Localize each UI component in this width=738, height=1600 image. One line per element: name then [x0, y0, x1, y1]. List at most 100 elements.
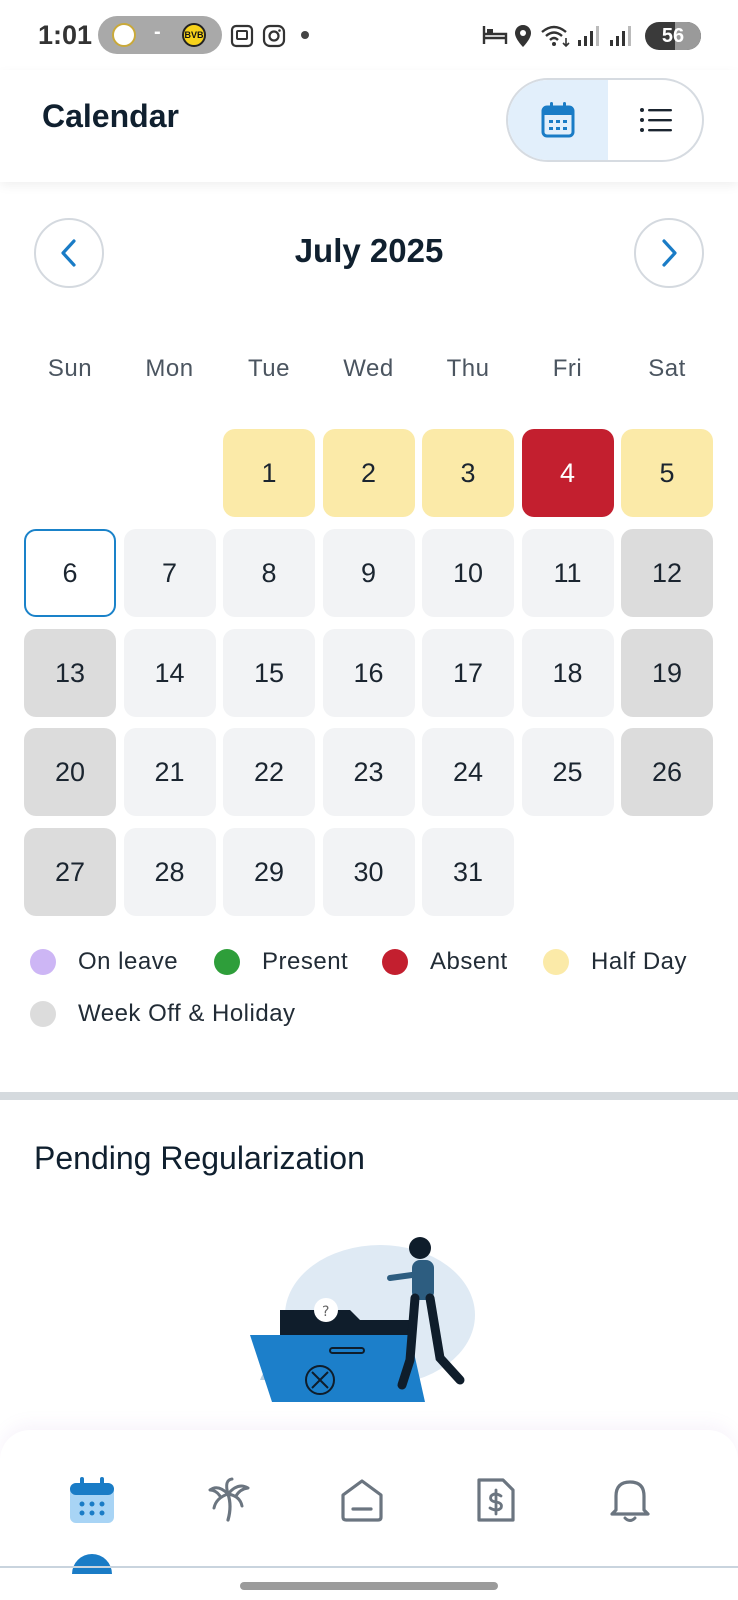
- pending-regularization-title: Pending Regularization: [34, 1140, 365, 1176]
- battery-indicator: 56: [645, 22, 701, 50]
- day-cell[interactable]: 29: [223, 828, 315, 916]
- day-cell[interactable]: 17: [422, 629, 514, 717]
- next-month-button[interactable]: [634, 218, 704, 288]
- day-cell[interactable]: 6: [24, 529, 116, 617]
- legend-item-week-off-holiday: Week Off & Holiday: [30, 1000, 296, 1028]
- legend-label: On leave: [78, 948, 179, 975]
- tab-payroll[interactable]: [466, 1470, 526, 1530]
- day-cell[interactable]: 30: [322, 828, 415, 916]
- palm-tree-icon: [208, 1477, 250, 1522]
- page-title: Calendar: [42, 98, 179, 134]
- day-cell[interactable]: 7: [123, 529, 216, 617]
- day-cell[interactable]: 4: [521, 429, 614, 517]
- legend-label: Half Day: [591, 948, 688, 975]
- weekday-label: Mon: [145, 355, 194, 382]
- score-separator: -: [154, 21, 161, 43]
- weekday-label: Thu: [446, 355, 490, 382]
- day-cell[interactable]: 25: [521, 728, 614, 816]
- tab-home[interactable]: [332, 1470, 392, 1530]
- tab-calendar[interactable]: [62, 1470, 122, 1530]
- weekday-label: Sun: [47, 355, 93, 382]
- list-view-icon: [640, 108, 672, 132]
- day-cell[interactable]: 18: [521, 629, 614, 717]
- battery-level: 56: [661, 25, 685, 47]
- previous-month-button[interactable]: [34, 218, 104, 288]
- bottom-navigation: [0, 1430, 738, 1600]
- legend-item-absent: Absent: [382, 948, 508, 976]
- legend-dot: [382, 949, 408, 975]
- calendar-view-icon: [541, 102, 575, 138]
- day-cell[interactable]: 3: [422, 429, 514, 517]
- day-cell[interactable]: 1: [223, 429, 315, 517]
- svg-text:?: ?: [322, 1304, 329, 1320]
- day-cell[interactable]: 31: [422, 828, 514, 916]
- chevron-right-icon: [662, 239, 677, 267]
- location-icon: [515, 25, 531, 47]
- nav-divider: [0, 1566, 738, 1568]
- legend-item-half-day: Half Day: [543, 948, 687, 976]
- status-bar: 1:01 - BVB 56: [0, 0, 738, 70]
- day-cell[interactable]: 26: [621, 728, 713, 816]
- day-cell[interactable]: 27: [24, 828, 116, 916]
- day-cell[interactable]: 20: [24, 728, 116, 816]
- bvb-crest-icon: BVB: [182, 23, 206, 47]
- signal-icon: [610, 26, 631, 46]
- day-cell[interactable]: 12: [621, 529, 713, 617]
- screenshot-icon: [230, 24, 254, 48]
- status-time: 1:01: [38, 20, 93, 50]
- legend-dot: [214, 949, 240, 975]
- live-score-pill[interactable]: - BVB: [98, 16, 222, 54]
- real-madrid-crest-icon: [112, 23, 136, 47]
- day-cell[interactable]: 28: [123, 828, 216, 916]
- legend-label: Present: [262, 948, 349, 975]
- tab-leave[interactable]: [200, 1470, 260, 1530]
- day-cell[interactable]: 11: [521, 529, 614, 617]
- weekday-label: Sat: [648, 355, 686, 382]
- section-divider: [0, 1092, 738, 1100]
- day-cell[interactable]: 19: [621, 629, 713, 717]
- tab-notifications[interactable]: [600, 1470, 660, 1530]
- dot-icon: [301, 31, 309, 39]
- legend-item-on-leave: On leave: [30, 948, 178, 976]
- weekday-label: Fri: [552, 355, 583, 382]
- day-cell[interactable]: 5: [621, 429, 713, 517]
- instagram-icon: [262, 24, 286, 48]
- app-header: Calendar: [0, 70, 738, 182]
- legend-dot: [30, 949, 56, 975]
- signal-icon: [578, 26, 599, 46]
- wifi-icon: [541, 25, 570, 48]
- legend-dot: [30, 1001, 56, 1027]
- weekday-header-row: Sun Mon Tue Wed Thu Fri Sat: [24, 355, 714, 389]
- bell-icon: [610, 1480, 650, 1522]
- gesture-home-indicator[interactable]: [240, 1582, 498, 1590]
- calendar-view-button[interactable]: [508, 80, 608, 160]
- day-cell[interactable]: 9: [322, 529, 415, 617]
- day-cell[interactable]: 8: [223, 529, 315, 617]
- day-cell[interactable]: 14: [123, 629, 216, 717]
- empty-state-illustration: ?: [250, 1237, 475, 1402]
- day-cell[interactable]: 13: [24, 629, 116, 717]
- day-cell[interactable]: 16: [322, 629, 415, 717]
- legend-label: Week Off & Holiday: [78, 1000, 296, 1027]
- chevron-left-icon: [61, 239, 76, 267]
- day-cell[interactable]: 21: [123, 728, 216, 816]
- calendar-icon: [70, 1477, 114, 1523]
- day-cell[interactable]: 2: [322, 429, 415, 517]
- weekday-label: Wed: [343, 355, 394, 382]
- home-icon: [341, 1479, 383, 1522]
- month-title: July 2025: [294, 232, 444, 269]
- list-view-button[interactable]: [608, 80, 702, 160]
- day-cell[interactable]: 24: [422, 728, 514, 816]
- weekday-label: Tue: [248, 355, 290, 382]
- bed-icon: [482, 26, 508, 44]
- invoice-dollar-icon: [477, 1478, 515, 1522]
- day-cell[interactable]: 22: [223, 728, 315, 816]
- view-toggle[interactable]: [506, 78, 704, 162]
- active-tab-indicator: [72, 1554, 112, 1574]
- legend-item-present: Present: [214, 948, 348, 976]
- day-cell[interactable]: 23: [322, 728, 415, 816]
- day-cell[interactable]: 15: [223, 629, 315, 717]
- legend-label: Absent: [430, 948, 508, 975]
- legend-dot: [543, 949, 569, 975]
- day-cell[interactable]: 10: [422, 529, 514, 617]
